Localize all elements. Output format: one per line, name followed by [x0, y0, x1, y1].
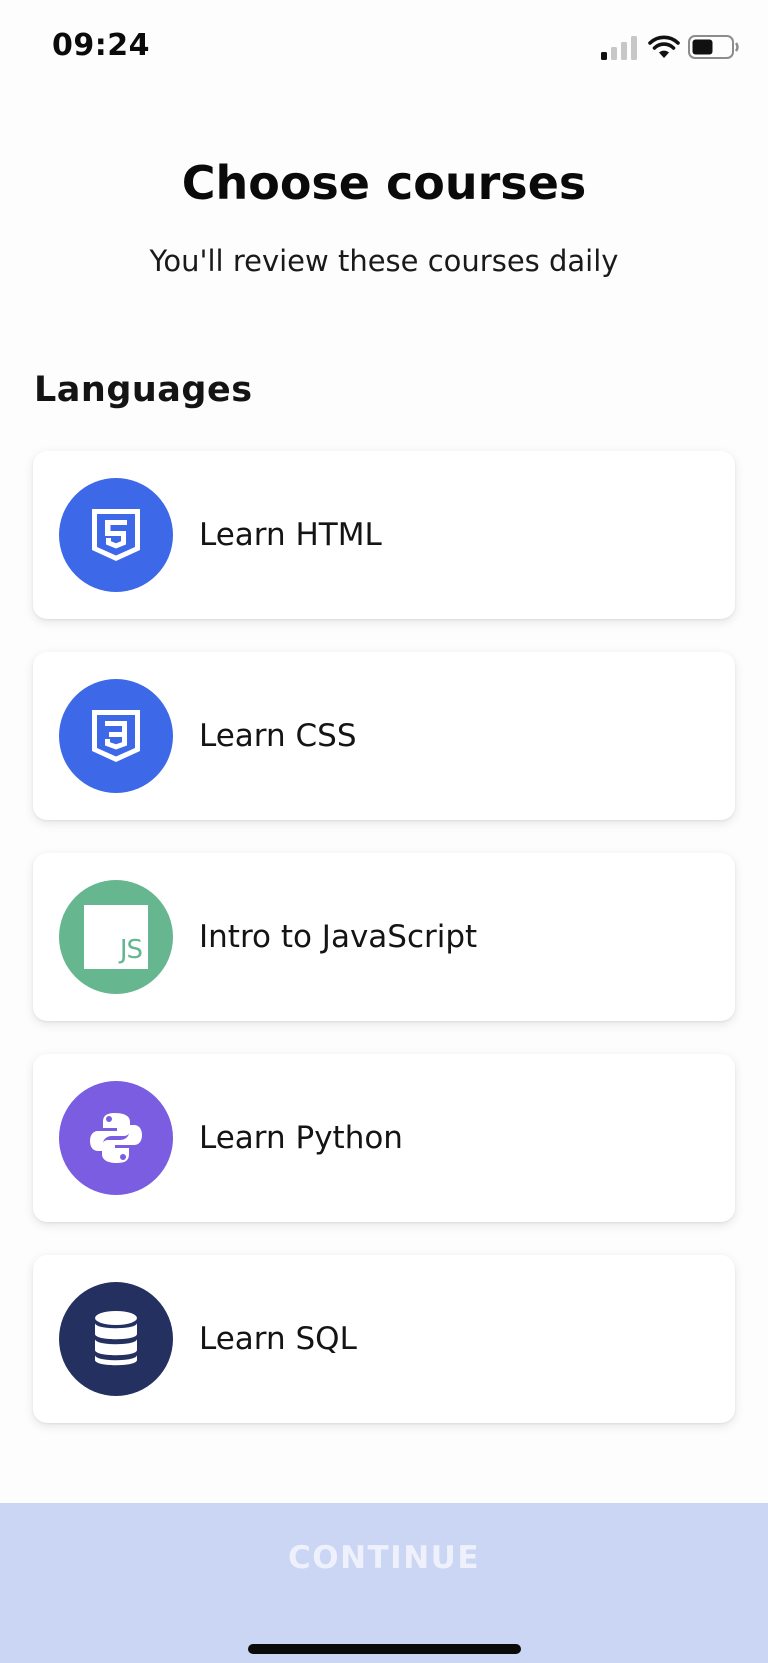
signal-icon [601, 36, 637, 60]
status-bar: 09:24 [0, 0, 768, 96]
course-card-javascript[interactable]: JS Intro to JavaScript [33, 853, 735, 1021]
section-heading-languages: Languages [34, 370, 253, 410]
continue-button[interactable]: CONTINUE [0, 1503, 768, 1613]
course-label-css: Learn CSS [199, 718, 357, 754]
course-label-python: Learn Python [199, 1120, 403, 1156]
choose-courses-screen: 09:24 Choose courses You'll review these… [0, 0, 768, 1663]
page-title: Choose courses [181, 156, 587, 210]
home-indicator[interactable] [248, 1644, 521, 1654]
bottom-bar: CONTINUE [0, 1503, 768, 1663]
css3-icon [59, 679, 173, 793]
course-card-sql[interactable]: Learn SQL [33, 1255, 735, 1423]
wifi-icon [648, 35, 680, 58]
course-card-css[interactable]: Learn CSS [33, 652, 735, 820]
javascript-icon: JS [59, 880, 173, 994]
javascript-icon-text: JS [119, 935, 143, 965]
page-subtitle: You'll review these courses daily [149, 244, 619, 278]
battery-icon [688, 35, 739, 59]
database-icon [59, 1282, 173, 1396]
python-icon [59, 1081, 173, 1195]
course-label-javascript: Intro to JavaScript [199, 919, 478, 955]
course-card-html[interactable]: Learn HTML [33, 451, 735, 619]
status-time: 09:24 [52, 28, 150, 63]
course-card-python[interactable]: Learn Python [33, 1054, 735, 1222]
course-label-sql: Learn SQL [199, 1321, 357, 1357]
course-list: Learn HTML Learn CSS JS Intro to JavaScr… [33, 451, 735, 1456]
javascript-badge: JS [84, 905, 148, 969]
html5-icon [59, 478, 173, 592]
course-label-html: Learn HTML [199, 517, 382, 553]
